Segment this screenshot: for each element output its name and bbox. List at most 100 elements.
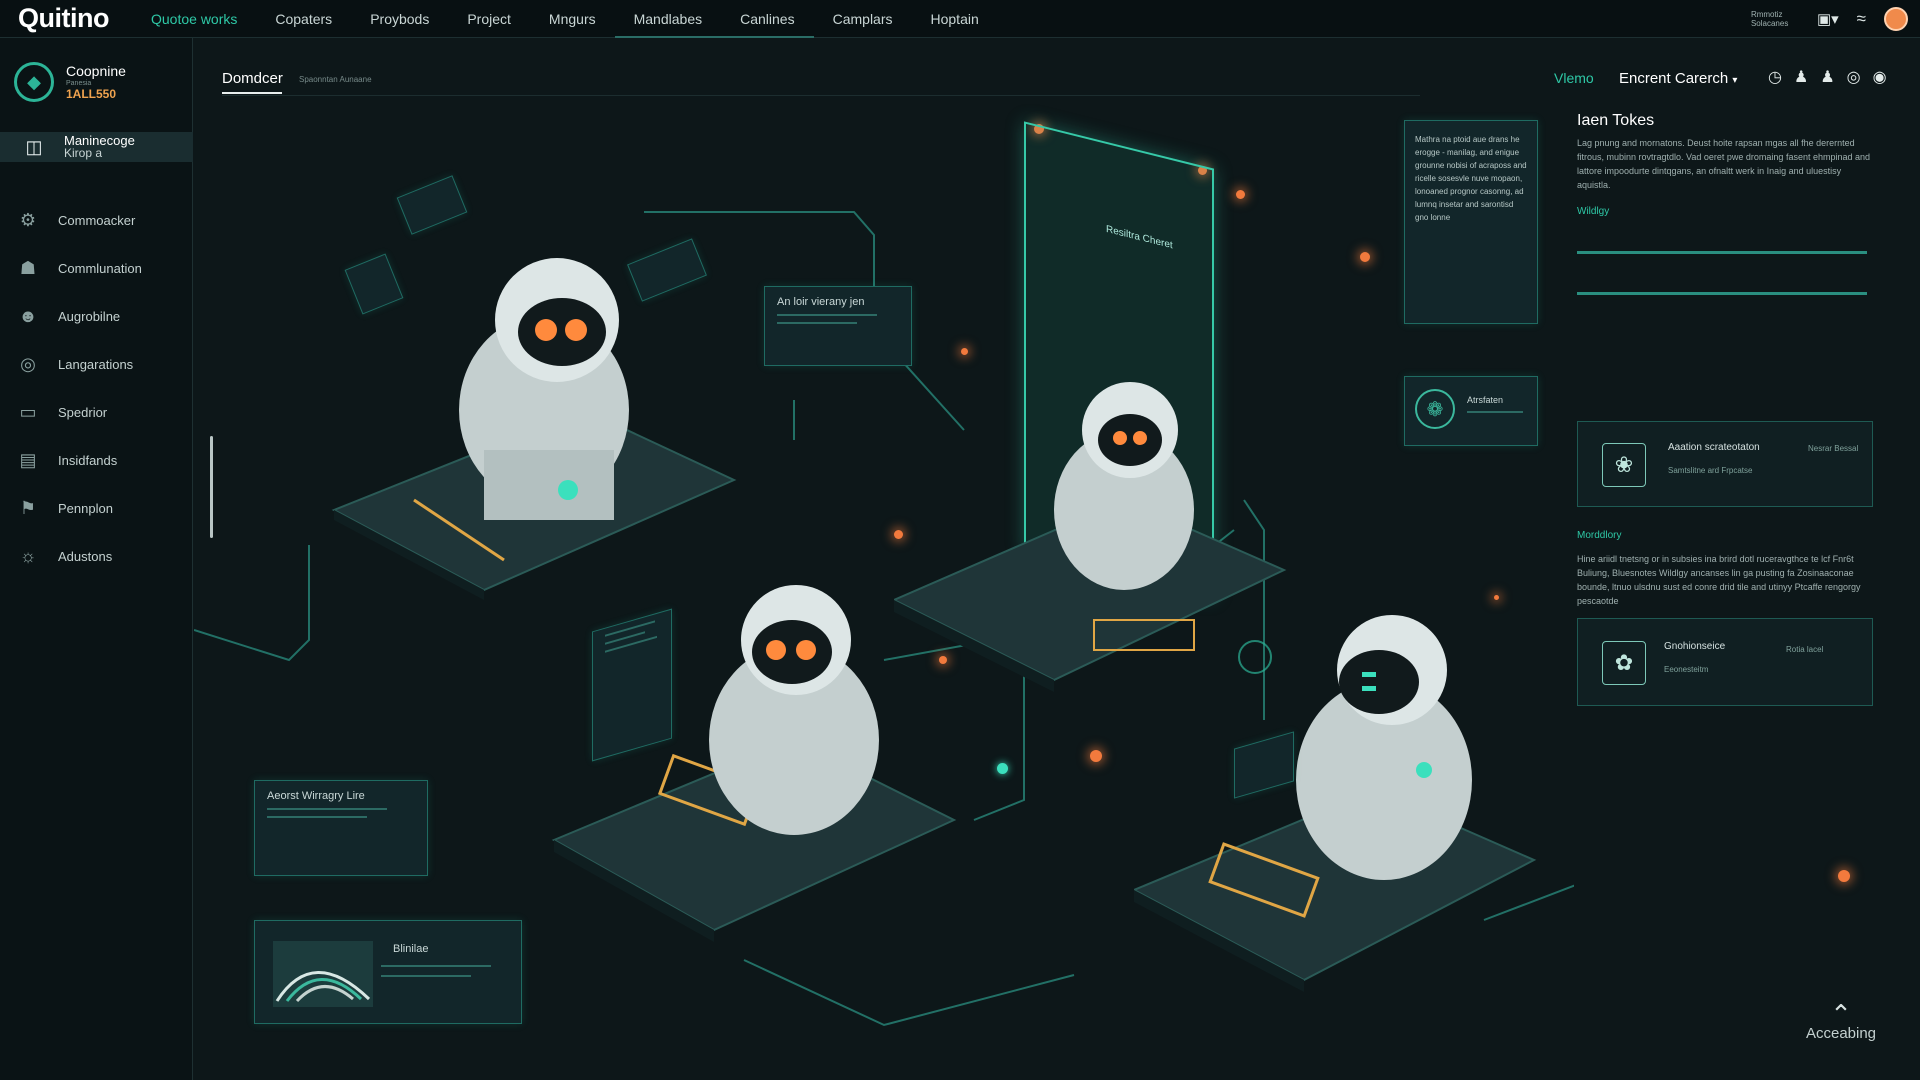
- header-icon-group: ◷ ♟ ♟ ◎ ◉: [1768, 67, 1887, 87]
- chevron-down-icon: ▾: [1732, 75, 1738, 86]
- activity-card-tag: Eeonesteitm: [1664, 665, 1709, 674]
- memory-card-title: Aeorst Wirragry Lire: [267, 790, 365, 802]
- network-icon: ☗: [19, 257, 37, 278]
- nav-item-mandlabes[interactable]: Mandlabes: [614, 0, 722, 38]
- activity-card-1[interactable]: ❀ Aaation scrateotaton Nesrar Bessal Sam…: [1577, 421, 1873, 507]
- search-selector-label: Encrent Carerch: [1619, 70, 1729, 87]
- info-text-content: Mathra na ptoid aue drans he erogge - ma…: [1415, 135, 1527, 222]
- breadcrumb-current[interactable]: Domdcer: [222, 70, 283, 87]
- organization-subtitle: Panesia: [66, 80, 92, 87]
- sidebar-item-label: Insidfands: [58, 452, 118, 468]
- nav-item-quotoe-works[interactable]: Quotoe works: [132, 0, 256, 38]
- sidebar-item-commoacker[interactable]: ⚙ Commoacker: [14, 206, 135, 234]
- nav-item-project[interactable]: Project: [448, 0, 530, 38]
- sidebar-item-label: Commoacker: [58, 212, 136, 228]
- activity-card-tag: Samtslitne ard Frpcatse: [1668, 466, 1753, 475]
- target-icon: ◎: [20, 353, 36, 374]
- hologram-data-card: [592, 608, 672, 762]
- activity-card-title: Gnohionseice: [1664, 641, 1726, 652]
- activity-card-2[interactable]: ✿ Gnohionseice Rotia lacel Eeonesteitm: [1577, 618, 1873, 706]
- nav-item-hoptain[interactable]: Hoptain: [912, 0, 998, 38]
- activity-card-title: Aaation scrateotaton: [1668, 442, 1760, 453]
- sidebar-item-maninecoge[interactable]: ◫ Maninecoge Kirop a: [0, 132, 193, 162]
- details-panel: Iaen Tokes Lag pnung and mornatons. Deus…: [1577, 112, 1877, 295]
- tag-card[interactable]: ❁ Atrsfaten: [1404, 376, 1538, 446]
- globe-icon[interactable]: ◎: [1847, 67, 1861, 87]
- fingerprint-icon: ❀: [1602, 443, 1646, 487]
- user-icon[interactable]: ♟: [1794, 67, 1808, 87]
- progress-line: [1577, 292, 1867, 295]
- sidebar-item-pennplon[interactable]: ⚑ Pennplon: [14, 494, 113, 522]
- monitor-icon: ▭: [19, 401, 37, 422]
- info-text-card[interactable]: Mathra na ptoid aue drans he erogge - ma…: [1404, 120, 1538, 324]
- breadcrumb: Domdcer Spaonntan Aunaane: [222, 66, 1420, 96]
- team-icon[interactable]: ♟: [1820, 67, 1834, 87]
- sidebar: ◆ Coopnine Panesia 1ALL550 ◫ Maninecoge …: [0, 38, 193, 1080]
- sprout-icon: ❁: [1415, 389, 1455, 429]
- sidebar-item-label: Pennplon: [58, 500, 113, 516]
- wifi-icon[interactable]: ≈: [1857, 9, 1866, 29]
- glow-dot: [1236, 190, 1245, 199]
- top-right-tools: Rmmotiz Solacanes ▣▾ ≈: [1751, 0, 1908, 38]
- chart-card-title: Blinilae: [393, 943, 429, 955]
- progress-line: [1577, 251, 1867, 254]
- shield-icon: ◫: [25, 136, 43, 157]
- organization-code: 1ALL550: [66, 87, 117, 101]
- agent-workstation-4[interactable]: [1134, 560, 1554, 1000]
- document-icon: ▤: [19, 449, 37, 470]
- status-node-icon: [997, 763, 1008, 774]
- note-card[interactable]: An loir vierany jen: [764, 286, 912, 366]
- sidebar-item-spedrior[interactable]: ▭ Spedrior: [14, 398, 107, 426]
- sidebar-item-label: Langarations: [58, 356, 134, 372]
- nav-item-mngurs[interactable]: Mngurs: [530, 0, 615, 38]
- main-menu: Quotoe works Copaters Proybods Project M…: [132, 0, 998, 38]
- section-text: Hine ariidl tnetsng or in subsies ina br…: [1577, 554, 1861, 606]
- details-panel-title: Iaen Tokes: [1577, 112, 1655, 129]
- section-heading[interactable]: Morddlory: [1577, 530, 1621, 541]
- search-selector[interactable]: Encrent Carerch ▾: [1619, 70, 1737, 87]
- sidebar-active-sublabel: Kirop a: [64, 146, 103, 160]
- chart-thumbnail: [273, 941, 373, 1007]
- sidebar-item-langarations[interactable]: ◎ Langarations: [14, 350, 133, 378]
- nav-item-copaters[interactable]: Copaters: [256, 0, 351, 38]
- glow-dot: [1360, 252, 1370, 262]
- memory-card[interactable]: Aeorst Wirragry Lire: [254, 780, 428, 876]
- section-heading[interactable]: Wildlgy: [1577, 206, 1877, 217]
- app-brand[interactable]: Quitino: [18, 3, 116, 34]
- glow-dot: [1838, 870, 1850, 882]
- target-icon: [1238, 640, 1272, 674]
- sidebar-item-label: Augrobilne: [58, 308, 121, 324]
- glow-dot: [1090, 750, 1102, 762]
- sidebar-item-commlunation[interactable]: ☗ Commlunation: [14, 254, 142, 282]
- sidebar-item-insidfands[interactable]: ▤ Insidfands: [14, 446, 117, 474]
- display-icon[interactable]: ▣▾: [1817, 10, 1839, 28]
- user-avatar[interactable]: [1884, 7, 1908, 31]
- agent-canvas: An loir vierany jen Resiltra Cheret Aeor…: [194, 100, 1850, 1080]
- agent-icon: ☻: [18, 305, 38, 326]
- organization-block[interactable]: ◆ Coopnine Panesia 1ALL550: [14, 62, 126, 102]
- activity-card-sub: Rotia lacel: [1786, 645, 1824, 654]
- nav-item-canlines[interactable]: Canlines: [721, 0, 814, 38]
- nav-item-proybods[interactable]: Proybods: [351, 0, 448, 38]
- nav-item-camplars[interactable]: Camplars: [814, 0, 912, 38]
- settings-icon[interactable]: ◉: [1873, 67, 1887, 87]
- accessibility-button[interactable]: ⌃ Acceabing: [1796, 1001, 1886, 1042]
- details-panel-body: Lag pnung and mornatons. Deust hoite rap…: [1577, 138, 1871, 190]
- view-link[interactable]: Vlemo: [1554, 70, 1594, 86]
- sidebar-item-augrobilne[interactable]: ☻ Augrobilne: [14, 302, 121, 330]
- accessibility-label: Acceabing: [1805, 1025, 1877, 1042]
- sidebar-item-label: Adustons: [58, 548, 113, 564]
- sidebar-item-label: Commlunation: [58, 260, 142, 276]
- flag-icon: ⚑: [19, 497, 37, 518]
- status-info-text: Rmmotiz Solacanes: [1750, 10, 1789, 28]
- tag-card-title: Atrsfaten: [1467, 395, 1504, 405]
- chart-card[interactable]: Blinilae: [254, 920, 522, 1024]
- clock-icon[interactable]: ◷: [1768, 67, 1782, 87]
- organization-name: Coopnine: [66, 63, 126, 79]
- sidebar-item-adustons[interactable]: ☼ Adustons: [14, 542, 112, 570]
- activity-card-sub: Nesrar Bessal: [1808, 444, 1859, 453]
- breadcrumb-subtitle: Spaonntan Aunaane: [299, 75, 372, 84]
- active-tab-indicator: [222, 92, 282, 94]
- sidebar-item-label: Spedrior: [58, 404, 108, 420]
- settings-icon: ☼: [19, 545, 37, 566]
